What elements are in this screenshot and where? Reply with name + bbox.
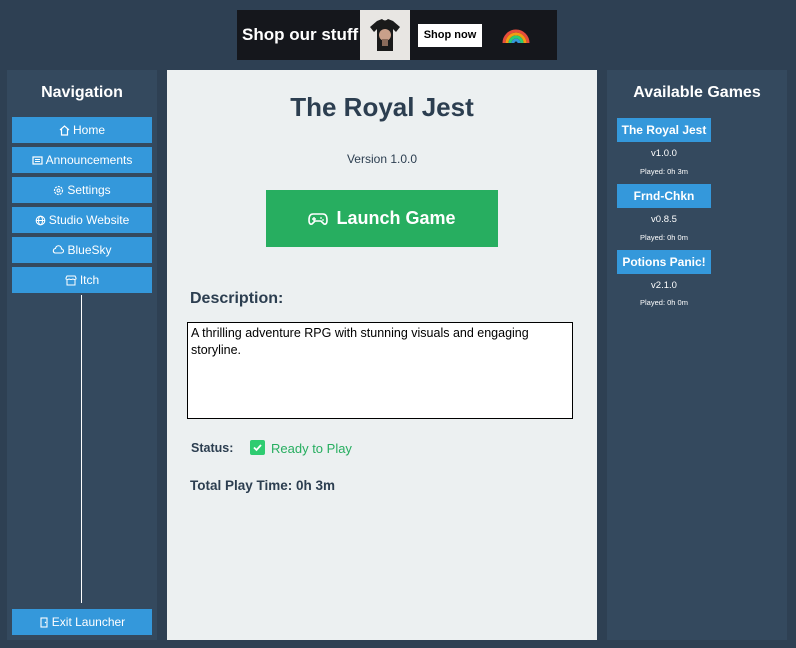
nav-bluesky-label: BlueSky: [67, 243, 112, 257]
nav-home-label: Home: [72, 123, 105, 137]
checkmark-icon: [250, 440, 265, 455]
nav-home-button[interactable]: Home: [12, 117, 152, 143]
nav-studio-website-button[interactable]: Studio Website: [12, 207, 152, 233]
banner-text: Shop our stuff: [242, 25, 359, 44]
nav-announcements-label: Announcements: [45, 153, 133, 167]
nav-bluesky-button[interactable]: BlueSky: [12, 237, 152, 263]
cloud-icon: [52, 245, 65, 255]
launch-game-label: Launch Game: [336, 208, 456, 228]
total-play-time: Total Play Time: 0h 3m: [190, 478, 336, 493]
game-played-time: Played: 0h 0m: [640, 298, 688, 307]
gamepad-icon: [308, 212, 329, 226]
globe-icon: [35, 215, 46, 226]
navigation-title: Navigation: [41, 84, 123, 101]
page-title: The Royal Jest: [290, 92, 474, 122]
status-value: Ready to Play: [271, 441, 352, 456]
description-textbox[interactable]: A thrilling adventure RPG with stunning …: [187, 322, 573, 419]
exit-launcher-label: Exit Launcher: [51, 615, 126, 629]
description-heading: Description:: [190, 290, 284, 307]
game-details-panel: The Royal Jest Version 1.0.0 Launch Game…: [167, 70, 597, 640]
itch-icon: [65, 275, 77, 286]
game-button-frnd-chkn[interactable]: Frnd-Chkn: [617, 184, 711, 208]
gear-icon: [53, 185, 64, 196]
shop-banner[interactable]: Shop our stuff Shop now: [237, 10, 557, 60]
game-version: v0.8.5: [651, 214, 677, 225]
game-button-potions-panic[interactable]: Potions Panic!: [617, 250, 711, 274]
game-button-royal-jest[interactable]: The Royal Jest: [617, 118, 711, 142]
newspaper-icon: [32, 155, 43, 166]
game-played-time: Played: 0h 0m: [640, 233, 688, 242]
game-version: v2.1.0: [651, 280, 677, 291]
nav-settings-label: Settings: [67, 183, 111, 197]
exit-launcher-button[interactable]: Exit Launcher: [12, 609, 152, 635]
nav-divider: [81, 295, 82, 603]
launch-game-button[interactable]: Launch Game: [266, 190, 498, 247]
exit-icon: [39, 616, 49, 628]
nav-itch-label: Itch: [79, 273, 100, 287]
tshirt-icon: [360, 10, 410, 60]
rainbow-icon: [502, 23, 530, 47]
game-played-time: Played: 0h 3m: [640, 167, 688, 176]
status-label: Status:: [191, 441, 234, 455]
nav-announcements-button[interactable]: Announcements: [12, 147, 152, 173]
game-version: v1.0.0: [651, 148, 677, 159]
navigation-panel: Navigation Home Announcements Settings S…: [7, 70, 157, 640]
nav-studio-website-label: Studio Website: [48, 213, 130, 227]
nav-itch-button[interactable]: Itch: [12, 267, 152, 293]
version-label: Version 1.0.0: [346, 152, 418, 166]
shop-now-button[interactable]: Shop now: [418, 23, 482, 47]
nav-settings-button[interactable]: Settings: [12, 177, 152, 203]
available-games-title: Available Games: [633, 84, 761, 101]
available-games-panel: Available Games The Royal Jest v1.0.0 Pl…: [607, 70, 787, 640]
home-icon: [59, 124, 70, 136]
